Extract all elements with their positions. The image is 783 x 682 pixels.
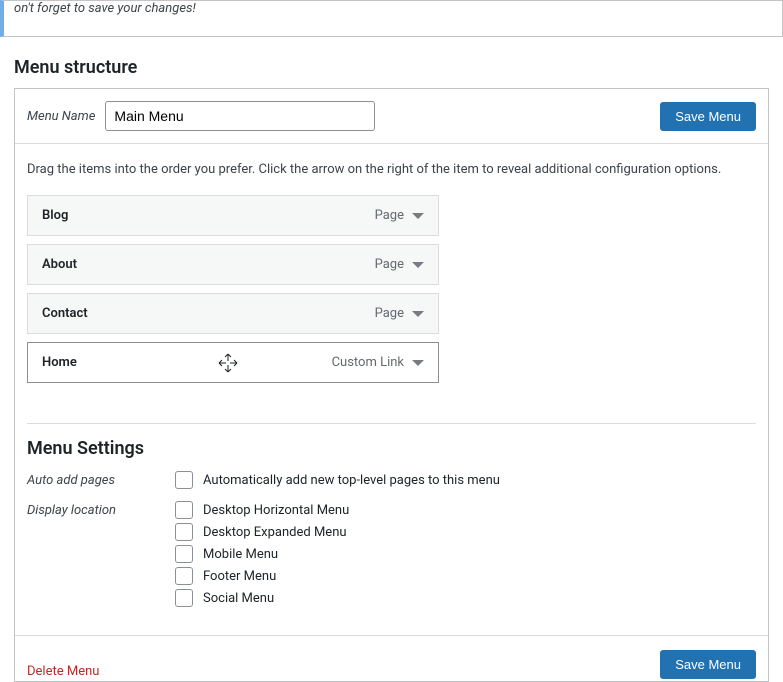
- menu-items-list: Blog Page About Page Contact Page Home: [15, 183, 768, 403]
- menu-item-blog[interactable]: Blog Page: [27, 195, 439, 236]
- display-location-option[interactable]: Mobile Menu: [175, 545, 756, 563]
- checkbox-icon[interactable]: [175, 545, 193, 563]
- caret-down-icon[interactable]: [412, 360, 424, 366]
- display-location-option[interactable]: Desktop Expanded Menu: [175, 523, 756, 541]
- caret-down-icon[interactable]: [412, 262, 424, 268]
- menu-settings: Menu Settings Auto add pages Automatical…: [15, 438, 768, 635]
- menu-name-label: Menu Name: [27, 109, 95, 124]
- auto-add-option[interactable]: Automatically add new top-level pages to…: [175, 471, 756, 489]
- divider: [27, 423, 756, 424]
- menu-item-title: Blog: [42, 208, 375, 223]
- checkbox-icon[interactable]: [175, 471, 193, 489]
- menu-item-type: Custom Link: [332, 355, 404, 370]
- checkbox-icon[interactable]: [175, 589, 193, 607]
- delete-menu-link[interactable]: Delete Menu: [27, 664, 99, 679]
- panel-footer: Delete Menu Save Menu: [15, 635, 768, 681]
- save-notice: on't forget to save your changes!: [0, 0, 783, 37]
- heading-menu-settings: Menu Settings: [27, 438, 756, 459]
- option-label: Desktop Expanded Menu: [203, 525, 347, 540]
- checkbox-icon[interactable]: [175, 523, 193, 541]
- checkbox-icon[interactable]: [175, 501, 193, 519]
- auto-add-row: Auto add pages Automatically add new top…: [27, 471, 756, 493]
- menu-panel: Menu Name Save Menu Drag the items into …: [14, 88, 769, 682]
- display-location-option[interactable]: Footer Menu: [175, 567, 756, 585]
- menu-item-type: Page: [375, 257, 404, 272]
- panel-header: Menu Name Save Menu: [15, 89, 768, 144]
- save-menu-button-bottom[interactable]: Save Menu: [660, 650, 756, 679]
- instructions-text: Drag the items into the order you prefer…: [15, 144, 768, 183]
- display-location-option[interactable]: Desktop Horizontal Menu: [175, 501, 756, 519]
- menu-name-input[interactable]: [105, 101, 375, 131]
- display-location-option[interactable]: Social Menu: [175, 589, 756, 607]
- display-location-options: Desktop Horizontal Menu Desktop Expanded…: [175, 501, 756, 611]
- menu-item-type: Page: [375, 208, 404, 223]
- menu-item-home[interactable]: Home Custom Link: [27, 342, 439, 383]
- option-label: Footer Menu: [203, 569, 276, 584]
- menu-item-contact[interactable]: Contact Page: [27, 293, 439, 334]
- menu-item-about[interactable]: About Page: [27, 244, 439, 285]
- save-menu-button[interactable]: Save Menu: [660, 102, 756, 131]
- menu-item-title: Contact: [42, 306, 375, 321]
- checkbox-icon[interactable]: [175, 567, 193, 585]
- menu-item-type: Page: [375, 306, 404, 321]
- menu-item-title: Home: [42, 355, 332, 370]
- notice-text: on't forget to save your changes!: [14, 1, 772, 16]
- option-label: Social Menu: [203, 591, 274, 606]
- display-location-row: Display location Desktop Horizontal Menu…: [27, 501, 756, 611]
- option-label: Mobile Menu: [203, 547, 278, 562]
- heading-menu-structure: Menu structure: [14, 57, 783, 78]
- option-label: Desktop Horizontal Menu: [203, 503, 349, 518]
- menu-item-title: About: [42, 257, 375, 272]
- move-cursor-icon: [217, 352, 239, 374]
- auto-add-text: Automatically add new top-level pages to…: [203, 473, 500, 488]
- display-location-label: Display location: [27, 501, 175, 518]
- caret-down-icon[interactable]: [412, 213, 424, 219]
- auto-add-label: Auto add pages: [27, 471, 175, 488]
- caret-down-icon[interactable]: [412, 311, 424, 317]
